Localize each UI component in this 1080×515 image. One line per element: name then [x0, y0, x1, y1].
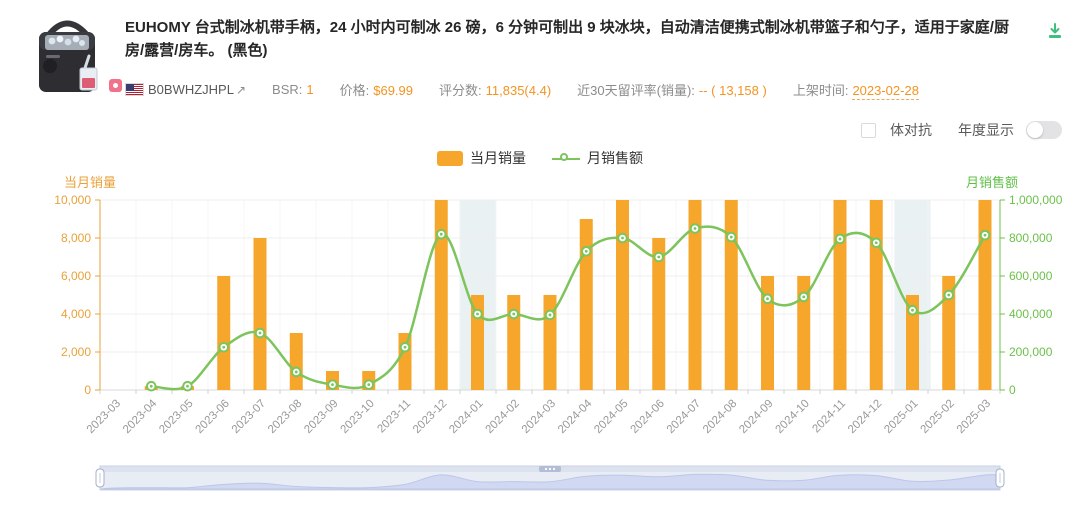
x-axis-label: 2025-03 — [955, 398, 993, 436]
x-axis-label: 2023-10 — [339, 398, 377, 436]
left-axis-tick: 8,000 — [61, 231, 91, 245]
x-axis-label: 2024-01 — [447, 398, 485, 436]
x-axis-label: 2023-12 — [411, 398, 449, 436]
right-axis-tick: 600,000 — [1009, 269, 1053, 283]
bar-2024-05[interactable] — [616, 200, 629, 390]
x-axis-label: 2024-12 — [846, 398, 884, 436]
left-axis-tick: 0 — [84, 383, 91, 397]
x-axis-label: 2023-06 — [194, 398, 232, 436]
x-axis-label: 2023-03 — [85, 398, 123, 436]
left-axis-tick: 4,000 — [61, 307, 91, 321]
x-axis-label: 2023-11 — [375, 398, 413, 436]
bar-2023-06[interactable] — [217, 276, 231, 390]
product-analytics-page: EUHOMY 台式制冰机带手柄，24 小时内可制冰 26 磅，6 分钟可制出 9… — [0, 0, 1080, 515]
bar-2025-03[interactable] — [978, 200, 992, 390]
x-axis-label: 2024-05 — [592, 398, 630, 436]
right-axis-tick: 200,000 — [1009, 345, 1053, 359]
x-axis-label: 2024-08 — [701, 398, 739, 436]
bar-2024-04[interactable] — [579, 219, 593, 390]
bar-2023-07[interactable] — [253, 238, 267, 390]
right-axis-tick: 0 — [1009, 383, 1016, 397]
x-axis-label: 2025-02 — [919, 398, 957, 436]
x-axis-label: 2023-08 — [266, 398, 304, 436]
x-axis-label: 2023-04 — [121, 397, 160, 436]
x-axis-label: 2024-06 — [629, 398, 667, 436]
bar-2024-08[interactable] — [724, 200, 738, 390]
left-axis-tick: 10,000 — [54, 193, 91, 207]
right-axis-tick: 400,000 — [1009, 307, 1053, 321]
bar-2024-12[interactable] — [869, 200, 883, 390]
bar-2023-11[interactable] — [398, 333, 412, 390]
x-axis-label: 2024-02 — [484, 398, 522, 436]
x-axis-label: 2023-09 — [302, 398, 340, 436]
left-axis-tick: 2,000 — [61, 345, 91, 359]
x-axis-label: 2024-07 — [665, 398, 703, 436]
x-axis-label: 2024-04 — [556, 397, 595, 436]
x-axis-label: 2024-10 — [774, 398, 812, 436]
x-axis-label: 2024-03 — [520, 398, 558, 436]
sales-chart-svg[interactable]: 10,000 8,000 6,000 4,000 2,000 0 1,000,000 800,… — [0, 0, 1080, 515]
x-axis-label: 2024-09 — [737, 398, 775, 436]
right-axis-tick: 1,000,000 — [1009, 193, 1063, 207]
right-axis-tick: 800,000 — [1009, 231, 1053, 245]
x-axis-label: 2023-05 — [157, 398, 195, 436]
bar-2023-12[interactable] — [434, 200, 448, 390]
bar-2024-11[interactable] — [833, 200, 847, 390]
x-axis-label: 2024-11 — [810, 398, 848, 436]
x-axis-label: 2025-01 — [882, 398, 920, 436]
x-axis-label: 2023-07 — [230, 398, 268, 436]
left-axis-tick: 6,000 — [61, 269, 91, 283]
bar-2023-08[interactable] — [289, 333, 303, 390]
